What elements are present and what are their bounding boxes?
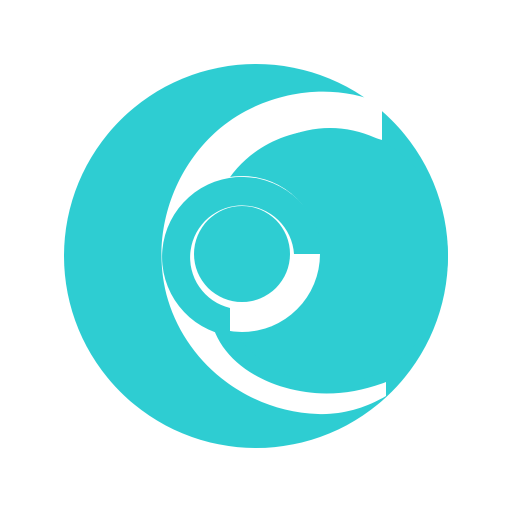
center-circle (194, 206, 290, 302)
spiral-ring-logo-icon (64, 64, 448, 448)
logo-canvas (0, 0, 512, 512)
